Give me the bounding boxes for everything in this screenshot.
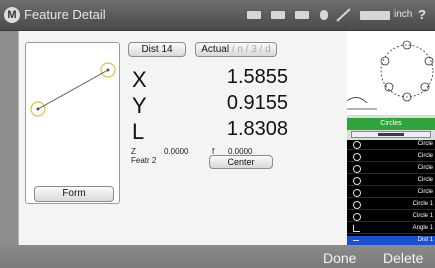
- actual-button[interactable]: Actual / n / 3 / d: [195, 42, 277, 57]
- z-value: 0.0000: [164, 147, 189, 156]
- bottom-bar: [0, 245, 435, 268]
- light-icon[interactable]: [320, 10, 328, 20]
- list-item-label: Circle: [417, 141, 433, 147]
- list-item-label: Circle: [417, 177, 433, 183]
- circle-icon: [353, 177, 361, 185]
- list-item-label: Circle 1: [412, 213, 433, 219]
- part-preview[interactable]: [346, 31, 435, 115]
- list-item-label: Circle: [417, 189, 433, 195]
- y-axis-label: Y: [132, 93, 147, 118]
- actual-label: Actual: [201, 44, 230, 55]
- l-value: 1.8308: [226, 118, 288, 140]
- circle-icon: [353, 213, 361, 221]
- circle-icon: [353, 141, 361, 149]
- distance-icon: [353, 240, 359, 241]
- list-filter-segment[interactable]: [351, 131, 431, 138]
- x-axis-label: X: [132, 67, 147, 92]
- list-item-label: Circle: [417, 153, 433, 159]
- l-axis-label: L: [132, 119, 145, 144]
- list-item[interactable]: Circle: [347, 176, 435, 186]
- units-label[interactable]: inch: [394, 9, 412, 20]
- center-button[interactable]: Center: [209, 155, 273, 169]
- delete-button[interactable]: Delete: [383, 250, 423, 266]
- circle-icon: [353, 189, 361, 197]
- z-label: Z: [131, 147, 136, 156]
- list-item[interactable]: Circle: [347, 164, 435, 174]
- list-item[interactable]: Angle 1: [347, 224, 435, 234]
- feature-thumbnail: [25, 42, 120, 204]
- segment-indicator: [378, 133, 404, 136]
- list-item[interactable]: Circle: [347, 152, 435, 162]
- table-icon[interactable]: [295, 11, 309, 19]
- battery-icon: [360, 11, 390, 20]
- circle-icon: [353, 165, 361, 173]
- x-value: 1.5855: [226, 66, 288, 88]
- list-item[interactable]: Circle 1: [347, 200, 435, 210]
- y-value: 0.9155: [226, 92, 288, 114]
- list-item-label: Angle 1: [412, 225, 433, 231]
- angle-icon: [353, 225, 360, 232]
- layout-icon[interactable]: [271, 11, 285, 19]
- done-button[interactable]: Done: [323, 250, 356, 266]
- list-item-label: Circle 1: [412, 201, 433, 207]
- circle-icon: [353, 201, 361, 209]
- probe-icon[interactable]: [336, 8, 352, 22]
- list-item-label: Dist 1: [417, 237, 433, 243]
- dist-button[interactable]: Dist 14: [128, 42, 186, 57]
- list-item[interactable]: Circle: [347, 188, 435, 198]
- app-logo: M: [4, 7, 20, 23]
- window-title: Feature Detail: [24, 7, 106, 22]
- part-diagram: [346, 40, 434, 110]
- distance-sketch: [30, 62, 116, 117]
- actual-sub-label: / n / 3 / d: [231, 44, 271, 55]
- grid-icon[interactable]: [247, 11, 261, 19]
- list-item[interactable]: Circle: [347, 140, 435, 150]
- list-item-label: Circle: [417, 165, 433, 171]
- help-button[interactable]: ?: [418, 7, 426, 22]
- feature-list-header[interactable]: Circles: [347, 118, 435, 130]
- feature-list[interactable]: Circle Circle Circle Circle Circle Circl…: [347, 140, 435, 246]
- form-button[interactable]: Form: [34, 186, 114, 202]
- circle-icon: [353, 153, 361, 161]
- list-item[interactable]: Circle 1: [347, 212, 435, 222]
- feature-name: Featr 2: [131, 156, 157, 165]
